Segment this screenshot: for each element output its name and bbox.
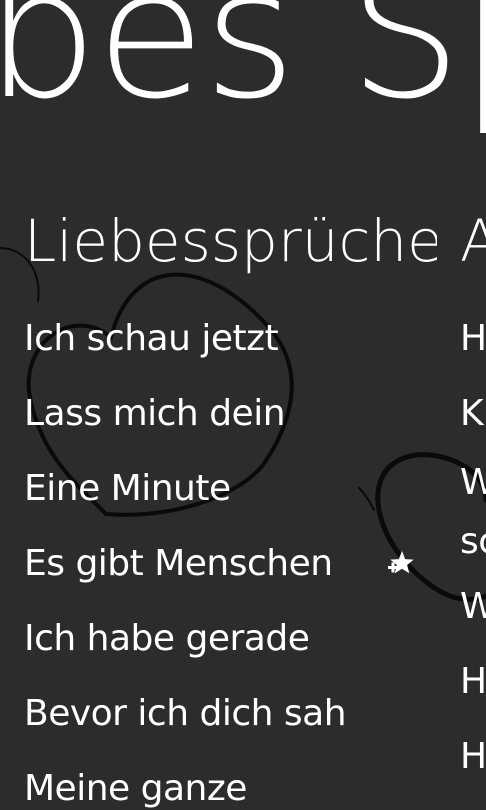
- section-header-next: A: [460, 207, 486, 275]
- list-item[interactable]: Es gibt Menschen: [24, 539, 346, 614]
- panorama-title: bes Sp: [0, 0, 486, 138]
- app-window: bes Sp Liebessprüche Ich schau jetzt Las…: [0, 0, 486, 810]
- section-header: Liebessprüche: [24, 207, 437, 275]
- saying-list: Ich schau jetzt Lass mich dein Eine Minu…: [24, 314, 347, 810]
- list-item-continuation: sc: [460, 521, 486, 562]
- section-next-preview[interactable]: A H K W sc W H H: [460, 206, 486, 810]
- list-item[interactable]: Eine Minute: [24, 464, 346, 539]
- list-item[interactable]: Ich schau jetzt: [24, 314, 346, 389]
- list-item[interactable]: Lass mich dein: [24, 389, 346, 464]
- list-item[interactable]: W: [460, 464, 486, 502]
- list-item[interactable]: Bevor ich dich sah: [24, 689, 347, 764]
- list-item[interactable]: W: [460, 582, 486, 632]
- section-liebessprueche[interactable]: Liebessprüche Ich schau jetzt Lass mich …: [24, 206, 437, 810]
- next-list: H K W sc W H H: [460, 314, 486, 782]
- list-item[interactable]: Meine ganze: [24, 764, 346, 810]
- list-item[interactable]: H: [460, 657, 486, 707]
- list-item[interactable]: H: [460, 732, 486, 782]
- star-plus-icon[interactable]: [385, 548, 415, 578]
- list-item[interactable]: H: [460, 314, 486, 364]
- list-item[interactable]: K: [460, 389, 486, 439]
- list-item[interactable]: Ich habe gerade: [24, 614, 346, 689]
